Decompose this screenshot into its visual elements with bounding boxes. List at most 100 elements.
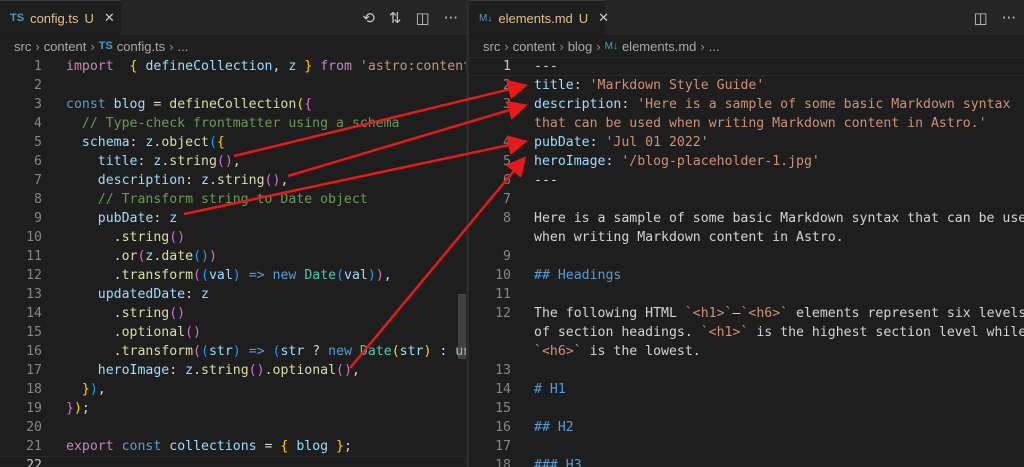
- line-number: 10: [495, 268, 511, 283]
- code-line: 20: [0, 418, 466, 437]
- close-tab-icon[interactable]: ✕: [104, 10, 115, 26]
- line-number: 6: [34, 154, 42, 169]
- tab-title: config.ts: [30, 10, 79, 26]
- more-actions-icon[interactable]: ···: [444, 9, 458, 27]
- code-text: of section headings. `<h1>` is the highe…: [534, 325, 1024, 340]
- line-number: 19: [26, 401, 42, 416]
- breadcrumb-file[interactable]: config.ts: [117, 39, 165, 54]
- tab-elements-md[interactable]: M↓ elements.md U ✕: [469, 0, 609, 35]
- breadcrumb-symbols[interactable]: ...: [709, 39, 720, 54]
- chevron-right-icon: ›: [700, 38, 705, 54]
- chevron-right-icon: ›: [559, 38, 564, 54]
- tab-config-ts[interactable]: TS config.ts U ✕: [0, 0, 121, 35]
- markdown-file-icon: M↓: [604, 40, 618, 52]
- code-text: description: 'Here is a sample of some b…: [534, 97, 1011, 112]
- code-line: that can be used when writing Markdown c…: [469, 114, 1024, 133]
- code-line: 11 .or(z.date()): [0, 247, 466, 266]
- line-number: 9: [34, 211, 42, 226]
- code-line: 8 // Transform string to Date object: [0, 190, 466, 209]
- line-number: 5: [503, 154, 511, 169]
- code-text: schema: z.object({: [81, 135, 225, 150]
- code-text: title: z.string(),: [97, 154, 241, 169]
- code-text: });: [66, 401, 90, 416]
- line-number: 11: [495, 287, 511, 302]
- code-text: when writing Markdown content in Astro.: [534, 230, 844, 245]
- code-line: 17: [469, 437, 1024, 456]
- code-text: // Transform string to Date object: [97, 192, 368, 207]
- breadcrumb-src[interactable]: src: [483, 39, 500, 54]
- code-text: # H1: [534, 382, 566, 397]
- code-line: 3 description: 'Here is a sample of some …: [469, 95, 1024, 114]
- code-line: 4 // Type-check frontmatter using a sche…: [0, 114, 466, 133]
- scrollbar-thumb[interactable]: [458, 294, 466, 359]
- code-line: 3 const blog = defineCollection({: [0, 95, 466, 114]
- code-line: 15: [469, 399, 1024, 418]
- code-text: // Type-check frontmatter using a schema: [81, 116, 400, 131]
- code-text: }),: [81, 382, 106, 397]
- line-number: 13: [495, 363, 511, 378]
- code-line: 21 export const collections = { blog };: [0, 437, 466, 456]
- line-number: 15: [26, 325, 42, 340]
- breadcrumb-src[interactable]: src: [14, 39, 31, 54]
- breadcrumb-blog[interactable]: blog: [568, 39, 593, 54]
- close-tab-icon[interactable]: ✕: [598, 10, 609, 26]
- code-line: when writing Markdown content in Astro.: [469, 228, 1024, 247]
- line-number: 4: [503, 135, 511, 150]
- breadcrumb-content[interactable]: content: [513, 39, 556, 54]
- code-line: 4 pubDate: 'Jul 01 2022': [469, 133, 1024, 152]
- code-text: `<h6>` is the lowest.: [534, 344, 701, 359]
- code-text: title: 'Markdown Style Guide': [534, 78, 765, 93]
- code-text: import { defineCollection, z } from 'ast…: [66, 59, 466, 74]
- code-text: description: z.string(),: [97, 173, 289, 188]
- line-number: 12: [495, 306, 511, 321]
- line-number: 14: [495, 382, 511, 397]
- code-line: 14 .string(): [0, 304, 466, 323]
- line-number: 3: [503, 97, 511, 112]
- code-text: pubDate: z: [97, 211, 178, 226]
- line-number: 14: [26, 306, 42, 321]
- breadcrumb-file[interactable]: elements.md: [622, 39, 696, 54]
- line-number: 4: [34, 116, 42, 131]
- code-editor[interactable]: 1 import { defineCollection, z } from 'as…: [0, 56, 466, 467]
- code-text: .transform((val) => new Date(val)),: [66, 268, 392, 283]
- code-line: 7: [469, 190, 1024, 209]
- code-text: ---: [534, 173, 558, 188]
- line-number: 11: [26, 249, 42, 264]
- line-number: 8: [503, 211, 511, 226]
- markdown-editor-pane: M↓ elements.md U ✕ ◫ ··· src › content › bl…: [469, 0, 1024, 467]
- more-actions-icon[interactable]: ···: [1002, 9, 1016, 27]
- code-line: 6 title: z.string(),: [0, 152, 466, 171]
- chevron-right-icon: ›: [504, 38, 509, 54]
- timeline-icon[interactable]: ⟲: [362, 9, 375, 27]
- line-number: 18: [26, 382, 42, 397]
- breadcrumb-symbols[interactable]: ...: [178, 39, 189, 54]
- line-number: 9: [503, 249, 511, 264]
- chevron-right-icon: ›: [596, 38, 601, 54]
- code-text: The following HTML `<h1>`—`<h6>` element…: [534, 306, 1024, 321]
- line-number: 13: [26, 287, 42, 302]
- editor-actions: ⟲ ⇅ ◫ ···: [362, 0, 458, 35]
- code-line: 22: [0, 456, 466, 467]
- code-line: 7 description: z.string(),: [0, 171, 466, 190]
- line-number: 2: [503, 78, 511, 93]
- split-editor-icon[interactable]: ◫: [974, 9, 988, 27]
- code-text: that can be used when writing Markdown c…: [534, 116, 987, 131]
- line-number: 21: [26, 439, 42, 454]
- code-line: 8 Here is a sample of some basic Markdown…: [469, 209, 1024, 228]
- code-line: 18 ### H3: [469, 456, 1024, 467]
- markdown-editor[interactable]: 1 --- 2 title: 'Markdown Style Guide' 3 descr…: [469, 56, 1024, 467]
- code-line: 16 ## H2: [469, 418, 1024, 437]
- line-number: 5: [34, 135, 42, 150]
- line-number: 12: [26, 268, 42, 283]
- line-number: 2: [34, 78, 42, 93]
- code-text: ## H2: [534, 420, 574, 435]
- split-editor-icon[interactable]: ◫: [416, 9, 430, 27]
- code-text: updatedDate: z: [97, 287, 209, 302]
- code-line: 12 .transform((val) => new Date(val)),: [0, 266, 466, 285]
- config-editor-pane: TS config.ts U ✕ ⟲ ⇅ ◫ ··· src › content › TS…: [0, 0, 466, 467]
- vertical-scrollbar[interactable]: [452, 56, 466, 467]
- breadcrumb-content[interactable]: content: [44, 39, 87, 54]
- code-line: `<h6>` is the lowest.: [469, 342, 1024, 361]
- source-control-icon[interactable]: ⇅: [389, 9, 402, 27]
- untracked-badge: U: [84, 10, 94, 26]
